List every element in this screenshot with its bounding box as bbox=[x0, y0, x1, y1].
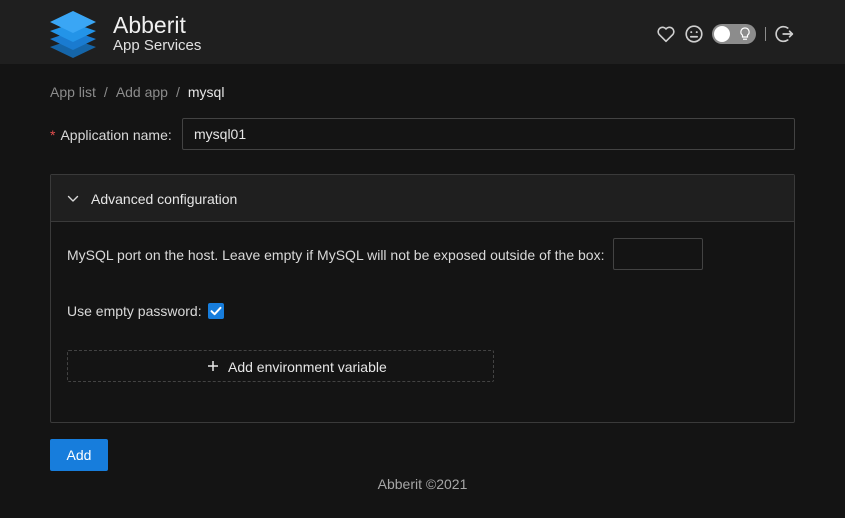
app-name-label-text: Application name: bbox=[60, 127, 172, 143]
header-separator bbox=[765, 27, 766, 41]
top-header: Abberit App Services bbox=[0, 0, 845, 64]
add-env-variable-label: Add environment variable bbox=[228, 359, 387, 375]
port-label: MySQL port on the host. Leave empty if M… bbox=[67, 247, 605, 263]
heart-icon[interactable] bbox=[655, 23, 677, 45]
app-name-input[interactable] bbox=[182, 118, 795, 150]
empty-password-checkbox[interactable] bbox=[208, 303, 224, 319]
empty-password-label: Use empty password: bbox=[67, 303, 202, 319]
chevron-down-icon bbox=[67, 195, 79, 202]
plus-icon bbox=[208, 361, 218, 371]
app-name-label: * Application name: bbox=[50, 126, 172, 144]
toggle-knob bbox=[714, 26, 730, 42]
advanced-config-title: Advanced configuration bbox=[91, 191, 238, 207]
face-icon[interactable] bbox=[683, 23, 705, 45]
bulb-icon bbox=[740, 27, 750, 40]
footer-text: Abberit ©2021 bbox=[377, 476, 468, 492]
advanced-config-panel: Advanced configuration MySQL port on the… bbox=[50, 174, 795, 423]
breadcrumb-app-list[interactable]: App list bbox=[50, 84, 96, 100]
theme-toggle[interactable] bbox=[712, 24, 756, 44]
port-input[interactable] bbox=[613, 238, 703, 270]
add-env-variable-button[interactable]: Add environment variable bbox=[67, 350, 494, 382]
brand-title: Abberit bbox=[113, 12, 186, 38]
logo-icon bbox=[50, 11, 96, 58]
breadcrumb-add-app[interactable]: Add app bbox=[116, 84, 168, 100]
brand-subtitle: App Services bbox=[113, 37, 202, 54]
breadcrumb: App list / Add app / mysql bbox=[50, 83, 224, 101]
breadcrumb-current: mysql bbox=[187, 84, 225, 100]
breadcrumb-separator: / bbox=[175, 84, 180, 100]
logout-icon[interactable] bbox=[774, 23, 796, 45]
required-marker: * bbox=[50, 127, 56, 143]
breadcrumb-separator: / bbox=[103, 84, 108, 100]
add-button[interactable]: Add bbox=[50, 439, 108, 471]
advanced-config-header[interactable]: Advanced configuration bbox=[51, 175, 794, 222]
checkmark-icon bbox=[210, 306, 222, 316]
